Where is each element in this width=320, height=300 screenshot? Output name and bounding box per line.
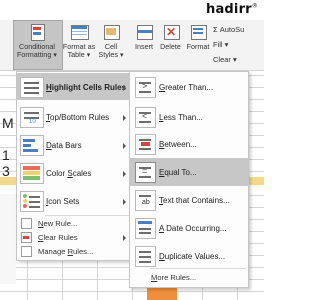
icon-sets-icon — [20, 191, 44, 212]
clear-button[interactable]: Clear ▾ — [213, 55, 237, 64]
sheet-area — [0, 194, 16, 284]
greater-than-icon: > — [135, 77, 156, 98]
submenu-arrow-icon — [123, 199, 126, 205]
row-number: 1 — [2, 147, 10, 163]
cell-styles-icon — [102, 23, 120, 41]
highlight-cells-icon — [20, 77, 44, 98]
menu-item-color-scales[interactable]: Color Scales — [17, 159, 131, 187]
menu-item-clear-rules[interactable]: Clear Rules — [17, 230, 131, 244]
color-scales-icon — [20, 163, 44, 184]
submenu-arrow-icon — [123, 143, 126, 149]
fill-button[interactable]: Fill ▾ — [213, 40, 228, 49]
equal-to-icon: = — [135, 162, 156, 183]
format-as-table-button[interactable]: Format as Table ▾ — [62, 23, 96, 59]
submenu-item-less-than[interactable]: < Less Than... — [130, 103, 248, 131]
less-than-icon: < — [135, 107, 156, 128]
menu-item-data-bars[interactable]: Data Bars — [17, 131, 131, 159]
format-icon — [189, 23, 207, 41]
conditional-formatting-menu: Highlight Cells Rules 10 Top/Bottom Rule… — [16, 71, 132, 261]
clear-rules-icon — [21, 232, 32, 243]
submenu-arrow-icon — [123, 171, 126, 177]
menu-item-top-bottom-rules[interactable]: 10 Top/Bottom Rules — [17, 103, 131, 131]
submenu-item-duplicate-values[interactable]: Duplicate Values... — [130, 242, 248, 270]
between-icon — [135, 134, 156, 155]
submenu-item-equal-to[interactable]: = Equal To... — [130, 158, 248, 186]
conditional-formatting-icon — [28, 23, 46, 41]
menu-item-new-rule[interactable]: New Rule... — [17, 216, 131, 230]
menu-item-icon-sets[interactable]: Icon Sets — [17, 187, 131, 215]
data-bars-icon — [20, 135, 44, 156]
menu-item-manage-rules[interactable]: Manage Rules... — [17, 244, 131, 258]
submenu-item-between[interactable]: Between... — [130, 130, 248, 158]
highlighted-cell — [0, 177, 16, 185]
delete-button[interactable]: ✕ Delete — [157, 23, 184, 51]
insert-button[interactable]: Insert — [131, 23, 157, 51]
submenu-divider — [150, 268, 246, 269]
submenu-arrow-icon — [123, 235, 126, 241]
ribbon: Conditional Formatting ▾ Format as Table… — [0, 20, 264, 71]
submenu-item-a-date-occurring[interactable]: A Date Occurring... — [130, 214, 248, 242]
column-header: M — [2, 115, 14, 131]
highlighted-cell — [147, 288, 177, 300]
new-rule-icon — [21, 218, 32, 229]
submenu-arrow-icon — [123, 85, 126, 91]
duplicate-values-icon — [135, 246, 156, 267]
text-contains-icon: ab — [135, 190, 156, 211]
delete-icon: ✕ — [162, 23, 180, 41]
submenu-item-more-rules[interactable]: More Rules... — [151, 273, 196, 282]
submenu-item-text-that-contains[interactable]: ab Text that Contains... — [130, 186, 248, 214]
highlighted-cell — [248, 177, 264, 185]
menu-item-highlight-cells-rules[interactable]: Highlight Cells Rules — [17, 73, 131, 100]
submenu-arrow-icon — [123, 115, 126, 121]
top-bottom-icon: 10 — [20, 107, 44, 128]
calendar-icon — [135, 218, 156, 239]
highlight-cells-rules-submenu: > Greater Than... < Less Than... Between… — [129, 71, 249, 288]
cell-styles-button[interactable]: Cell Styles ▾ — [97, 23, 125, 59]
submenu-item-greater-than[interactable]: > Greater Than... — [130, 73, 248, 101]
table-icon — [70, 23, 89, 41]
conditional-formatting-button[interactable]: Conditional Formatting ▾ — [13, 23, 61, 59]
format-button[interactable]: Format — [184, 23, 212, 51]
watermark-logo: hadirr® — [205, 2, 258, 17]
autosum-button[interactable]: Σ AutoSu — [213, 25, 244, 34]
insert-icon — [135, 23, 153, 41]
manage-rules-icon — [21, 246, 32, 257]
